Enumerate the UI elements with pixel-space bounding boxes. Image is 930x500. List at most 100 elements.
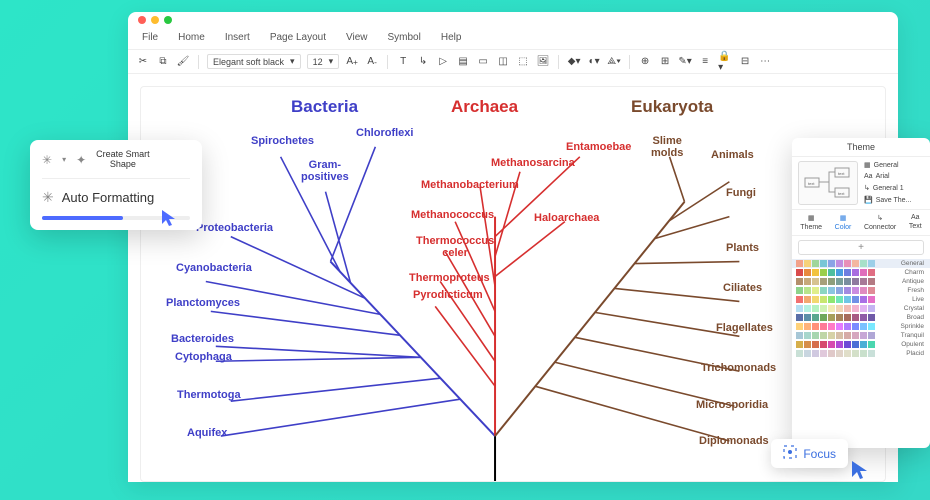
color-swatch[interactable] bbox=[852, 260, 859, 267]
theme-tab-connector[interactable]: ↳Connector bbox=[864, 214, 896, 231]
color-swatch[interactable] bbox=[852, 314, 859, 321]
color-swatch[interactable] bbox=[796, 278, 803, 285]
color-swatch[interactable] bbox=[812, 350, 819, 357]
leaf-methanobacterium[interactable]: Methanobacterium bbox=[421, 179, 519, 191]
leaf-spirochetes[interactable]: Spirochetes bbox=[251, 135, 314, 147]
color-swatch[interactable] bbox=[844, 269, 851, 276]
color-swatch[interactable] bbox=[812, 341, 819, 348]
leaf-flagellates[interactable]: Flagellates bbox=[716, 322, 773, 334]
smart-shape-icon[interactable]: ✦ bbox=[76, 153, 86, 167]
color-swatch[interactable] bbox=[868, 260, 875, 267]
leaf-gram-positives[interactable]: Gram- positives bbox=[301, 159, 349, 183]
cut-icon[interactable]: ✂ bbox=[136, 55, 150, 69]
leaf-microsporidia[interactable]: Microsporidia bbox=[696, 399, 768, 411]
font-size-select[interactable]: 12 ▾ bbox=[307, 54, 340, 69]
crop-icon[interactable]: ⟁▾ bbox=[607, 55, 621, 69]
color-swatch[interactable] bbox=[828, 323, 835, 330]
palette-row[interactable]: Fresh bbox=[792, 286, 930, 295]
color-swatch[interactable] bbox=[868, 341, 875, 348]
menu-page-layout[interactable]: Page Layout bbox=[270, 32, 326, 43]
color-swatch[interactable] bbox=[860, 305, 867, 312]
color-swatch[interactable] bbox=[828, 278, 835, 285]
minimize-window-button[interactable] bbox=[151, 16, 159, 24]
leaf-diplomonads[interactable]: Diplomonads bbox=[699, 435, 769, 447]
color-swatch[interactable] bbox=[868, 350, 875, 357]
color-swatch[interactable] bbox=[860, 314, 867, 321]
color-swatch[interactable] bbox=[820, 278, 827, 285]
color-swatch[interactable] bbox=[796, 296, 803, 303]
shape-style-icon[interactable]: ◫ bbox=[496, 55, 510, 69]
pointer-tool-icon[interactable]: ▷ bbox=[436, 55, 450, 69]
shape-tool-icon[interactable]: ▭ bbox=[476, 55, 490, 69]
color-swatch[interactable] bbox=[820, 260, 827, 267]
color-swatch[interactable] bbox=[828, 287, 835, 294]
color-swatch[interactable] bbox=[852, 350, 859, 357]
color-swatch[interactable] bbox=[796, 314, 803, 321]
color-swatch[interactable] bbox=[868, 332, 875, 339]
leaf-planctomyces[interactable]: Planctomyces bbox=[166, 297, 240, 309]
color-swatch[interactable] bbox=[804, 287, 811, 294]
menu-symbol[interactable]: Symbol bbox=[388, 32, 421, 43]
color-swatch[interactable] bbox=[804, 269, 811, 276]
color-swatch[interactable] bbox=[828, 350, 835, 357]
zoom-icon[interactable]: ⊕ bbox=[638, 55, 652, 69]
color-swatch[interactable] bbox=[812, 314, 819, 321]
group-icon[interactable]: ⊟ bbox=[738, 55, 752, 69]
color-swatch[interactable] bbox=[812, 305, 819, 312]
color-swatch[interactable] bbox=[852, 269, 859, 276]
menu-help[interactable]: Help bbox=[441, 32, 462, 43]
text-tool-icon[interactable]: T bbox=[396, 55, 410, 69]
color-swatch[interactable] bbox=[852, 296, 859, 303]
color-swatch[interactable] bbox=[804, 296, 811, 303]
copy-icon[interactable]: ⧉ bbox=[156, 55, 170, 69]
color-swatch[interactable] bbox=[836, 305, 843, 312]
color-swatch[interactable] bbox=[828, 314, 835, 321]
color-swatch[interactable] bbox=[796, 305, 803, 312]
color-swatch[interactable] bbox=[836, 323, 843, 330]
theme-tab-color[interactable]: ▦Color bbox=[835, 214, 852, 231]
color-swatch[interactable] bbox=[868, 278, 875, 285]
color-swatch[interactable] bbox=[868, 269, 875, 276]
theme-tab-theme[interactable]: ▦Theme bbox=[800, 214, 822, 231]
color-swatch[interactable] bbox=[804, 350, 811, 357]
theme-preview[interactable]: texttexttext bbox=[798, 161, 858, 205]
leaf-fungi[interactable]: Fungi bbox=[726, 187, 756, 199]
diagram-canvas[interactable]: Bacteria Archaea Eukaryota bbox=[140, 86, 886, 482]
more-tools-icon[interactable]: ⋯ bbox=[758, 55, 772, 69]
create-smart-shape-label[interactable]: Create Smart Shape bbox=[96, 150, 150, 170]
font-increase-icon[interactable]: A+ bbox=[345, 55, 359, 69]
color-swatch[interactable] bbox=[844, 296, 851, 303]
menu-insert[interactable]: Insert bbox=[225, 32, 250, 43]
color-swatch[interactable] bbox=[812, 323, 819, 330]
color-swatch[interactable] bbox=[844, 341, 851, 348]
color-swatch[interactable] bbox=[820, 287, 827, 294]
leaf-animals[interactable]: Animals bbox=[711, 149, 754, 161]
color-swatch[interactable] bbox=[844, 314, 851, 321]
palette-row[interactable]: Opulent bbox=[792, 340, 930, 349]
leaf-methanosarcina[interactable]: Methanosarcina bbox=[491, 157, 575, 169]
palette-row[interactable]: Placid bbox=[792, 349, 930, 358]
color-swatch[interactable] bbox=[836, 350, 843, 357]
color-swatch[interactable] bbox=[836, 260, 843, 267]
lock-icon[interactable]: 🔒▾ bbox=[718, 55, 732, 69]
auto-formatting-label[interactable]: Auto Formatting bbox=[62, 190, 155, 205]
color-swatch[interactable] bbox=[844, 287, 851, 294]
color-swatch[interactable] bbox=[860, 260, 867, 267]
color-swatch[interactable] bbox=[820, 296, 827, 303]
color-swatch[interactable] bbox=[852, 287, 859, 294]
palette-row[interactable]: Live bbox=[792, 295, 930, 304]
color-swatch[interactable] bbox=[868, 314, 875, 321]
color-swatch[interactable] bbox=[804, 341, 811, 348]
color-swatch[interactable] bbox=[836, 332, 843, 339]
color-swatch[interactable] bbox=[868, 305, 875, 312]
color-swatch[interactable] bbox=[852, 305, 859, 312]
color-swatch[interactable] bbox=[812, 287, 819, 294]
color-swatch[interactable] bbox=[868, 287, 875, 294]
color-swatch[interactable] bbox=[804, 314, 811, 321]
palette-row[interactable]: Charm bbox=[792, 268, 930, 277]
leaf-entamoebae[interactable]: Entamoebae bbox=[566, 141, 631, 153]
leaf-slime-molds[interactable]: Slime molds bbox=[651, 135, 683, 159]
color-swatch[interactable] bbox=[828, 305, 835, 312]
color-swatch[interactable] bbox=[820, 332, 827, 339]
shadow-icon[interactable]: ◐▾ bbox=[587, 55, 601, 69]
